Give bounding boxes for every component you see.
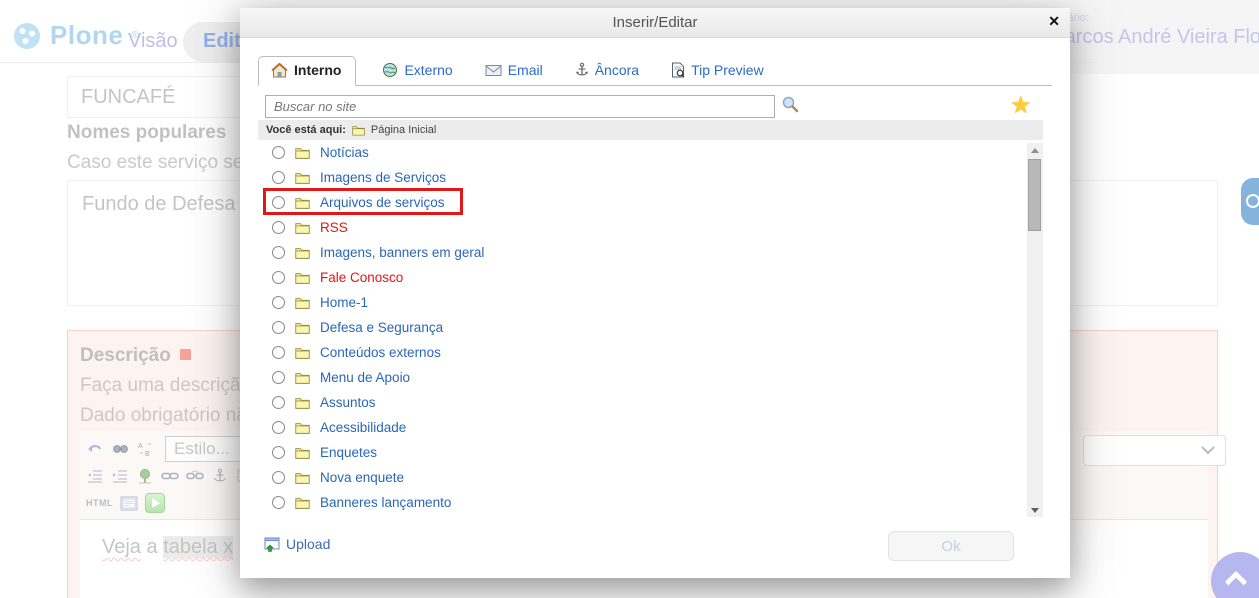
folder-link[interactable]: RSS xyxy=(320,220,348,235)
folder-icon xyxy=(295,222,310,234)
tab-email[interactable]: Email xyxy=(485,57,543,85)
folder-row[interactable]: Fale Conosco xyxy=(258,265,1043,290)
folder-icon xyxy=(295,497,310,509)
scrollbar-thumb[interactable] xyxy=(1028,159,1041,231)
folder-radio[interactable] xyxy=(272,421,285,434)
scrollbar-down-arrow-icon[interactable] xyxy=(1027,503,1043,517)
folder-link[interactable]: Imagens de Serviços xyxy=(320,170,446,185)
folder-list: Notícias Imagens de Serviços Arquivos de… xyxy=(258,140,1043,520)
folder-radio[interactable] xyxy=(272,171,285,184)
folder-icon xyxy=(295,422,310,434)
folder-link[interactable]: Menu de Apoio xyxy=(320,370,410,385)
folder-link[interactable]: Assuntos xyxy=(320,395,376,410)
breadcrumb-home-link[interactable]: Página Inicial xyxy=(371,124,436,136)
folder-row[interactable]: Imagens, banners em geral xyxy=(258,240,1043,265)
folder-link[interactable]: Arquivos de serviços xyxy=(320,195,445,210)
folder-link[interactable]: Defesa e Segurança xyxy=(320,320,443,335)
folder-link[interactable]: Fale Conosco xyxy=(320,270,403,285)
folder-icon xyxy=(295,472,310,484)
tab-ancora[interactable]: Âncora xyxy=(575,57,639,85)
dialog-title: Inserir/Editar xyxy=(612,14,697,31)
folder-radio[interactable] xyxy=(272,146,285,159)
favorites-star-icon[interactable]: ★ xyxy=(1010,91,1032,120)
breadcrumb: Você está aqui: Página Inicial xyxy=(258,120,1043,140)
folder-row[interactable]: Notícias xyxy=(258,140,1043,165)
folder-link[interactable]: Enquetes xyxy=(320,445,377,460)
search-input[interactable] xyxy=(265,95,775,118)
folder-row[interactable]: Enquetes xyxy=(258,440,1043,465)
upload-icon xyxy=(264,537,281,552)
folder-icon xyxy=(295,147,310,159)
folder-radio[interactable] xyxy=(272,471,285,484)
folder-row[interactable]: Imagens de Serviços xyxy=(258,165,1043,190)
tab-tip-preview[interactable]: Tip Preview xyxy=(671,57,764,85)
folder-row[interactable]: RSS xyxy=(258,215,1043,240)
folder-icon xyxy=(295,247,310,259)
folder-row[interactable]: Nova enquete xyxy=(258,465,1043,490)
folder-radio[interactable] xyxy=(272,271,285,284)
email-icon xyxy=(485,64,502,77)
folder-radio[interactable] xyxy=(272,496,285,509)
folder-icon xyxy=(295,272,310,284)
home-icon xyxy=(271,63,288,78)
folder-link[interactable]: Nova enquete xyxy=(320,470,404,485)
upload-link[interactable]: Upload xyxy=(264,536,330,552)
folder-radio[interactable] xyxy=(272,246,285,259)
folder-icon xyxy=(295,322,310,334)
folder-row[interactable]: Menu de Apoio xyxy=(258,365,1043,390)
folder-link[interactable]: Conteúdos externos xyxy=(320,345,441,360)
folder-icon xyxy=(295,397,310,409)
folder-row[interactable]: Home-1 xyxy=(258,290,1043,315)
document-preview-icon xyxy=(671,62,685,78)
list-scrollbar[interactable] xyxy=(1027,143,1043,517)
folder-link[interactable]: Imagens, banners em geral xyxy=(320,245,484,260)
folder-icon xyxy=(352,125,365,136)
dialog-tabs: Interno Externo Email Âncora Tip Preview xyxy=(258,58,1052,86)
folder-row[interactable]: Banneres lançamento xyxy=(258,490,1043,515)
folder-row[interactable]: Conteúdos externos xyxy=(258,340,1043,365)
folder-row[interactable]: Arquivos de serviços xyxy=(258,190,1043,215)
folder-icon xyxy=(295,372,310,384)
folder-radio[interactable] xyxy=(272,321,285,334)
ok-button[interactable]: Ok xyxy=(888,531,1014,561)
folder-link[interactable]: Home-1 xyxy=(320,295,368,310)
folder-link[interactable]: Banneres lançamento xyxy=(320,495,451,510)
folder-radio[interactable] xyxy=(272,196,285,209)
folder-radio[interactable] xyxy=(272,346,285,359)
folder-row[interactable]: Acessibilidade xyxy=(258,415,1043,440)
dialog-titlebar[interactable]: Inserir/Editar ✕ xyxy=(240,8,1070,38)
folder-link[interactable]: Notícias xyxy=(320,145,369,160)
globe-icon xyxy=(382,62,398,78)
folder-icon xyxy=(295,197,310,209)
folder-icon xyxy=(295,447,310,459)
folder-icon xyxy=(295,297,310,309)
inserir-editar-dialog: Inserir/Editar ✕ Interno Externo Email Â… xyxy=(240,8,1070,578)
close-icon[interactable]: ✕ xyxy=(1048,14,1060,28)
folder-radio[interactable] xyxy=(272,221,285,234)
scrollbar-up-arrow-icon[interactable] xyxy=(1027,143,1043,157)
folder-icon xyxy=(295,347,310,359)
tab-interno[interactable]: Interno xyxy=(258,56,356,86)
folder-radio[interactable] xyxy=(272,371,285,384)
search-bar: ★ xyxy=(265,95,799,118)
folder-row[interactable]: Assuntos xyxy=(258,390,1043,415)
folder-radio[interactable] xyxy=(272,296,285,309)
folder-row[interactable]: Defesa e Segurança xyxy=(258,315,1043,340)
folder-link[interactable]: Acessibilidade xyxy=(320,420,406,435)
breadcrumb-label: Você está aqui: xyxy=(266,124,346,136)
tab-externo[interactable]: Externo xyxy=(382,57,452,85)
search-icon[interactable] xyxy=(781,95,799,118)
folder-icon xyxy=(295,172,310,184)
anchor-icon xyxy=(575,62,589,78)
folder-radio[interactable] xyxy=(272,396,285,409)
folder-radio[interactable] xyxy=(272,446,285,459)
